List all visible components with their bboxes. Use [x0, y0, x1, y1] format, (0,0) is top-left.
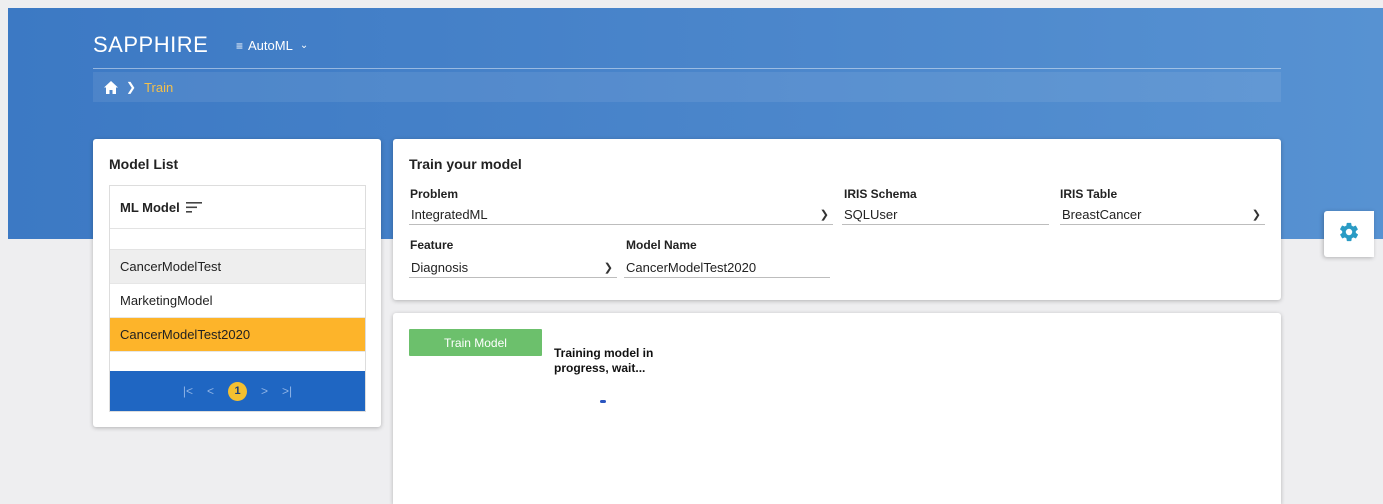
sort-icon[interactable]	[185, 201, 202, 213]
model-name-value: CancerModelTest2020	[626, 259, 757, 275]
header-divider	[93, 68, 1281, 69]
home-icon[interactable]	[104, 80, 118, 94]
feature-value: Diagnosis	[411, 259, 469, 275]
model-list-title: Model List	[109, 156, 179, 172]
automl-menu-label: AutoML	[248, 38, 293, 53]
filter-row[interactable]	[110, 229, 365, 250]
loading-spinner-icon	[600, 400, 606, 403]
column-header-label: ML Model	[120, 199, 180, 215]
hamburger-icon: ≡	[236, 38, 244, 53]
table-row-selected[interactable]: CancerModelTest2020	[110, 318, 365, 352]
iris-schema-value: SQLUser	[844, 206, 898, 222]
chevron-down-icon: ❯	[819, 208, 829, 221]
breadcrumb: ❯ Train	[93, 72, 1281, 102]
train-result-card: Train Model Training model in progress, …	[393, 313, 1281, 504]
model-list-card: Model List ML Model CancerModelTest Mark…	[93, 139, 381, 427]
model-name-input[interactable]: CancerModelTest2020	[624, 257, 830, 278]
train-form-title: Train your model	[409, 156, 522, 172]
table-row[interactable]: MarketingModel	[110, 284, 365, 318]
ml-model-column-header[interactable]: ML Model	[110, 186, 365, 229]
feature-label: Feature	[410, 238, 454, 252]
prev-page-icon[interactable]: <	[207, 384, 214, 398]
empty-row	[110, 352, 365, 373]
problem-select[interactable]: IntegratedML ❯	[409, 204, 833, 225]
training-status-text: Training model in progress, wait...	[554, 346, 654, 375]
table-row[interactable]: CancerModelTest	[110, 250, 365, 284]
model-name-label: Model Name	[626, 238, 697, 252]
iris-table-value: BreastCancer	[1062, 206, 1142, 222]
automl-menu[interactable]: ≡ AutoML ⌄	[236, 38, 308, 53]
iris-table-label: IRIS Table	[1060, 187, 1118, 201]
train-form-card: Train your model Problem IntegratedML ❯ …	[393, 139, 1281, 300]
iris-table-select[interactable]: BreastCancer ❯	[1060, 204, 1265, 225]
chevron-down-icon: ❯	[603, 261, 613, 274]
chevron-down-icon: ⌄	[299, 40, 309, 51]
pagination: |< < 1 > >|	[110, 371, 365, 411]
settings-button[interactable]	[1324, 211, 1374, 257]
problem-value: IntegratedML	[411, 206, 488, 222]
feature-select[interactable]: Diagnosis ❯	[409, 257, 617, 278]
gear-icon	[1338, 221, 1360, 248]
iris-schema-label: IRIS Schema	[844, 187, 917, 201]
last-page-icon[interactable]: >|	[282, 384, 292, 398]
chevron-down-icon: ❯	[1251, 208, 1261, 221]
breadcrumb-current[interactable]: Train	[144, 80, 173, 95]
next-page-icon[interactable]: >	[261, 384, 268, 398]
app-brand[interactable]: SAPPHIRE	[93, 32, 208, 58]
breadcrumb-separator-icon: ❯	[126, 80, 137, 94]
page-1-button[interactable]: 1	[228, 381, 247, 401]
model-table: ML Model CancerModelTest MarketingModel …	[109, 185, 366, 412]
train-model-button[interactable]: Train Model	[409, 329, 542, 356]
iris-schema-input[interactable]: SQLUser	[842, 204, 1049, 225]
first-page-icon[interactable]: |<	[183, 384, 193, 398]
problem-label: Problem	[410, 187, 459, 201]
